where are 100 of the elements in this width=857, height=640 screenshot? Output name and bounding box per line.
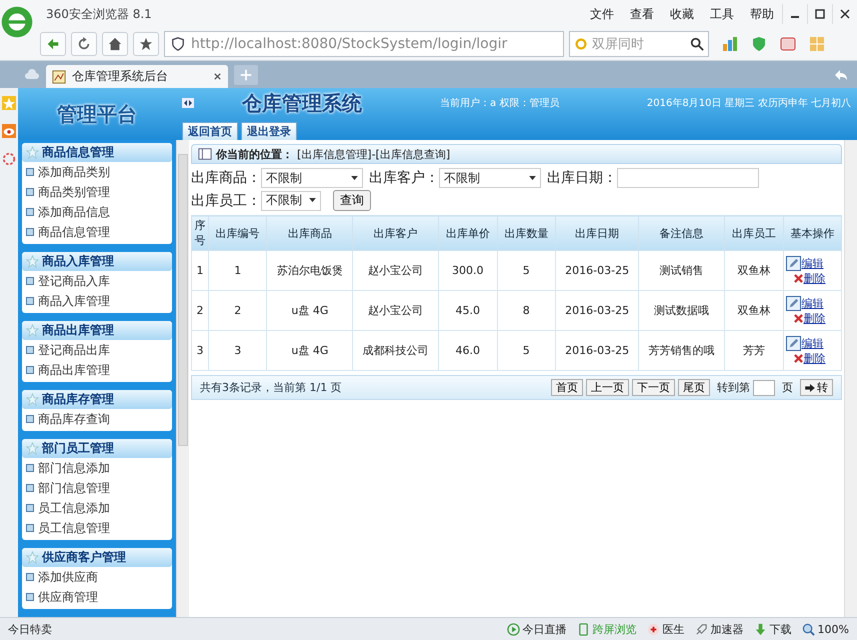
edit-icon [786, 336, 800, 350]
menu-item[interactable]: 商品类别管理 [22, 182, 172, 202]
table-cell: 2016-03-25 [555, 250, 639, 290]
menu-item[interactable]: 员工信息添加 [22, 498, 172, 518]
record-summary: 共有3条记录，当前第 1/1 页 [200, 380, 342, 395]
page-button[interactable]: 首页 [551, 379, 583, 396]
edit-icon [786, 296, 800, 310]
table-cell: 赵小宝公司 [352, 250, 439, 290]
menu-item[interactable]: 添加供应商 [22, 567, 172, 587]
status-item[interactable]: 医生 [646, 622, 685, 636]
page-button[interactable]: 下一页 [632, 379, 675, 396]
panel-icon [198, 147, 212, 161]
date-text: 2016年8月10日 星期三 农历丙申年 七月初八 [646, 96, 851, 110]
status-text[interactable]: 今日特卖 [8, 622, 52, 636]
back-button[interactable] [40, 32, 66, 56]
menu-group-header[interactable]: 商品库存管理 [22, 390, 172, 409]
menu-group-header[interactable]: 供应商客户管理 [22, 548, 172, 567]
menu-item[interactable]: 商品库存查询 [22, 409, 172, 429]
menu-item[interactable]: 文件 [590, 6, 614, 22]
bullet-icon [26, 415, 34, 423]
table-cell: 2016-03-25 [555, 330, 639, 370]
action-link[interactable]: 编辑 [802, 296, 824, 310]
menu-item[interactable]: 部门信息管理 [22, 478, 172, 498]
minimize-icon [790, 16, 800, 18]
scrollbar[interactable] [844, 140, 857, 617]
star-icon [26, 146, 39, 159]
bullet-icon [26, 297, 34, 305]
column-header: 出库单价 [438, 216, 498, 250]
chart-icon[interactable] [722, 36, 738, 52]
collapse-icon[interactable] [182, 98, 194, 108]
menu-item[interactable]: 收藏 [670, 6, 694, 22]
refresh-icon [77, 37, 91, 51]
table-cell: 测试数据哦 [638, 290, 725, 330]
home-button[interactable] [102, 32, 128, 56]
browser-tab[interactable]: 仓库管理系统后台 [46, 65, 228, 88]
filter-dropdown[interactable]: 不限制 [261, 190, 321, 210]
close-icon[interactable] [213, 72, 222, 81]
menu-group-header[interactable]: 商品出库管理 [22, 321, 172, 340]
refresh-button[interactable] [71, 32, 97, 56]
nav-tab[interactable]: 返回首页 [182, 122, 238, 140]
rocket-icon [694, 622, 708, 636]
column-header: 出库员工 [724, 216, 783, 250]
menu-item[interactable]: 部门信息添加 [22, 458, 172, 478]
back-arrow-icon [46, 37, 60, 51]
menu-item[interactable]: 工具 [710, 6, 734, 22]
search-icon[interactable] [690, 37, 704, 51]
table-cell: u盘 4G [266, 330, 353, 370]
column-header: 序号 [192, 216, 208, 250]
status-item[interactable]: 100% [802, 622, 849, 636]
menu-group-header[interactable]: 商品信息管理 [22, 143, 172, 162]
status-item[interactable]: 今日直播 [506, 622, 567, 636]
action-link[interactable]: 编辑 [802, 256, 824, 270]
star-icon[interactable] [2, 96, 16, 110]
menu-item[interactable]: 登记商品入库 [22, 271, 172, 291]
table-cell: 300.0 [438, 250, 498, 290]
action-link[interactable]: 删除 [804, 310, 826, 326]
breadcrumb-path: [出库信息管理]-[出库信息查询] [297, 146, 450, 162]
date-field[interactable] [617, 168, 759, 188]
menu-item[interactable]: 查看 [630, 6, 654, 22]
status-item[interactable]: 下载 [754, 622, 792, 636]
new-tab-button[interactable] [234, 64, 258, 84]
menu-item[interactable]: 商品信息管理 [22, 222, 172, 242]
menu-item[interactable]: 员工信息管理 [22, 518, 172, 538]
menu-item[interactable]: 添加商品信息 [22, 202, 172, 222]
menu-item[interactable]: 添加商品类别 [22, 162, 172, 182]
user-info: 当前用户：a 权限：管理员 [440, 96, 560, 110]
page-button[interactable]: 上一页 [586, 379, 629, 396]
menu-item[interactable]: 登记商品出库 [22, 340, 172, 360]
target-icon[interactable] [2, 152, 16, 166]
action-link[interactable]: 编辑 [802, 336, 824, 350]
action-link[interactable]: 删除 [804, 270, 826, 286]
menu-item[interactable]: 商品入库管理 [22, 291, 172, 311]
filter-dropdown[interactable]: 不限制 [261, 168, 363, 188]
nav-tab[interactable]: 退出登录 [241, 122, 297, 140]
menu-item[interactable]: 商品出库管理 [22, 360, 172, 380]
page-input[interactable] [753, 380, 775, 396]
scrollbar[interactable] [176, 140, 189, 617]
eye-icon[interactable] [2, 124, 16, 138]
menu-group-header[interactable]: 部门员工管理 [22, 439, 172, 458]
page-button[interactable]: 尾页 [678, 379, 710, 396]
status-item[interactable]: 加速器 [694, 622, 744, 636]
ring-icon [574, 37, 588, 51]
table-cell: 2 [192, 290, 208, 330]
table-cell: 2016-03-25 [555, 290, 639, 330]
menu-item[interactable]: 供应商管理 [22, 587, 172, 607]
go-button[interactable]: 转 [800, 379, 833, 396]
table-cell: 1 [192, 250, 208, 290]
menu-group-header[interactable]: 商品入库管理 [22, 252, 172, 271]
action-link[interactable]: 删除 [804, 350, 826, 366]
delete-icon [794, 274, 802, 282]
brand-title: 管理平台 [56, 100, 138, 128]
arrow-icon [805, 384, 815, 392]
query-button[interactable]: 查询 [333, 190, 371, 211]
address-field[interactable]: http://localhost:8080/StockSystem/login/logir [164, 31, 564, 57]
menu-item[interactable]: 帮助 [750, 6, 774, 22]
bookmark-button[interactable] [133, 32, 159, 56]
filter-dropdown[interactable]: 不限制 [439, 168, 541, 188]
table-cell: 5 [497, 330, 556, 370]
table-cell: 双鱼林 [724, 290, 783, 330]
shield-icon[interactable] [751, 36, 767, 52]
